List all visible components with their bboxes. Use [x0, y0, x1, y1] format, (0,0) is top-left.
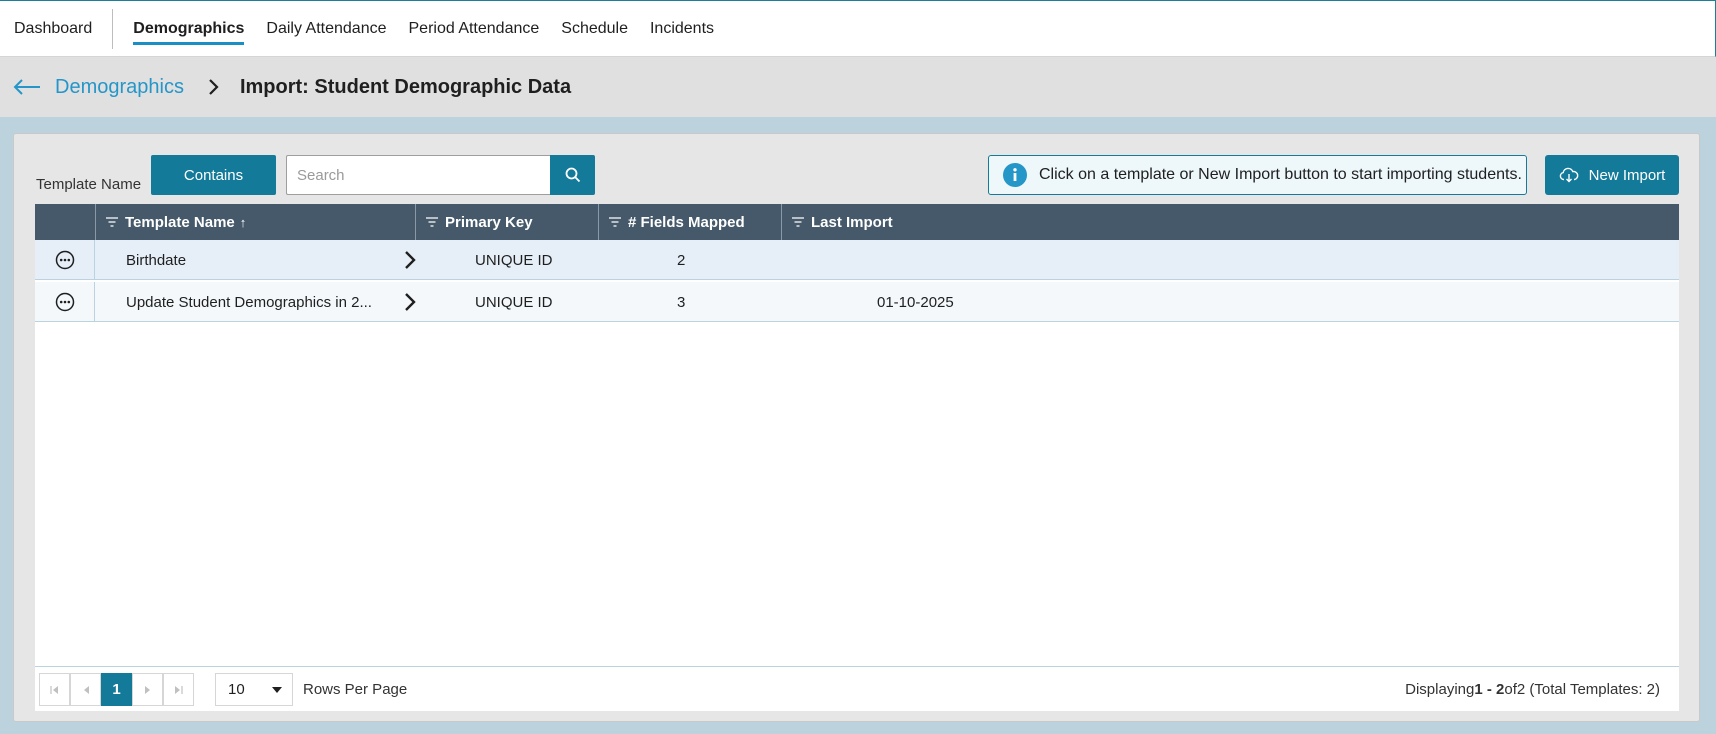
- chevron-right-icon[interactable]: [403, 282, 423, 322]
- cell-template-name[interactable]: Update Student Demographics in 2...: [126, 282, 381, 322]
- nav-daily-attendance[interactable]: Daily Attendance: [266, 0, 386, 57]
- search-group: [286, 155, 597, 195]
- sort-ascending-icon: ↑: [239, 214, 247, 230]
- info-message: Click on a template or New Import button…: [1039, 166, 1522, 183]
- displaying-range: 1 - 2: [1474, 681, 1505, 698]
- next-page-icon: [144, 685, 150, 694]
- column-label-fields-mapped: # Fields Mapped: [628, 213, 745, 231]
- filter-icon: [106, 217, 118, 227]
- rows-per-page-value: 10: [228, 681, 245, 698]
- more-options-icon: [55, 292, 74, 312]
- displaying-summary: Displaying 1 - 2 of 2 (Total Templates: …: [1405, 673, 1660, 706]
- template-name-filter-label: Template Name: [36, 175, 142, 193]
- rows-per-page-select[interactable]: 10: [215, 673, 293, 706]
- search-icon: [565, 167, 580, 183]
- cloud-download-icon: [1559, 167, 1578, 183]
- new-import-label: New Import: [1588, 166, 1666, 184]
- filter-icon: [426, 217, 438, 227]
- nav-period-attendance[interactable]: Period Attendance: [409, 0, 540, 57]
- row-actions-button[interactable]: [35, 282, 95, 322]
- new-import-button[interactable]: New Import: [1545, 155, 1679, 195]
- row-actions-button[interactable]: [35, 240, 95, 280]
- column-label-primary-key: Primary Key: [445, 213, 533, 231]
- back-arrow-icon[interactable]: [13, 77, 41, 97]
- contains-filter-button[interactable]: Contains: [151, 155, 276, 195]
- column-label-last-import: Last Import: [811, 213, 893, 231]
- last-page-icon: [175, 685, 183, 694]
- cell-last-import: 01-10-2025: [877, 293, 954, 311]
- nav-divider: [112, 8, 114, 49]
- cell-primary-key: UNIQUE ID: [475, 293, 553, 311]
- nav-demographics[interactable]: Demographics: [133, 0, 245, 57]
- nav-incidents[interactable]: Incidents: [650, 0, 714, 57]
- next-page-button[interactable]: [132, 673, 163, 706]
- breadcrumb-demographics-link[interactable]: Demographics: [55, 76, 184, 99]
- column-header-fields-mapped[interactable]: # Fields Mapped: [598, 204, 781, 240]
- column-header-primary-key[interactable]: Primary Key: [415, 204, 598, 240]
- table-row[interactable]: Birthdate UNIQUE ID 2: [35, 240, 1679, 280]
- breadcrumb: Demographics Import: Student Demographic…: [0, 57, 1716, 117]
- first-page-button[interactable]: [39, 673, 70, 706]
- page-button-current[interactable]: 1: [101, 673, 132, 706]
- cell-fields-mapped: 2: [677, 251, 686, 269]
- previous-page-button[interactable]: [70, 673, 101, 706]
- table-row[interactable]: Update Student Demographics in 2... UNIQ…: [35, 282, 1679, 322]
- filter-icon: [609, 217, 621, 227]
- cell-primary-key: UNIQUE ID: [475, 251, 553, 269]
- last-page-button[interactable]: [163, 673, 194, 706]
- more-options-icon: [55, 250, 74, 270]
- page-title: Import: Student Demographic Data: [239, 75, 572, 98]
- first-page-icon: [50, 685, 58, 694]
- filter-icon: [792, 217, 804, 227]
- column-header-last-import[interactable]: Last Import: [781, 204, 1679, 240]
- search-input[interactable]: [286, 155, 550, 195]
- info-banner: Click on a template or New Import button…: [988, 155, 1527, 195]
- displaying-prefix: Displaying: [1405, 681, 1475, 698]
- info-icon: [1003, 163, 1027, 187]
- top-nav: Dashboard Demographics Daily Attendance …: [0, 0, 1716, 57]
- chevron-right-icon[interactable]: [403, 240, 423, 280]
- nav-dashboard[interactable]: Dashboard: [0, 0, 112, 57]
- displaying-total: 2 (Total Templates: 2): [1516, 681, 1660, 698]
- caret-down-icon: [272, 686, 282, 693]
- cell-template-name[interactable]: Birthdate: [126, 240, 381, 280]
- chevron-right-icon: [208, 77, 222, 97]
- column-label-template-name: Template Name: [125, 213, 235, 231]
- nav-schedule[interactable]: Schedule: [561, 0, 628, 57]
- displaying-of: of: [1504, 681, 1517, 698]
- templates-grid: Template Name ↑ Primary Key # Fields Map…: [35, 204, 1679, 711]
- templates-card: Template Name Contains Click on a templa…: [13, 133, 1700, 722]
- column-header-template-name[interactable]: Template Name ↑: [95, 204, 415, 240]
- search-button[interactable]: [550, 155, 595, 195]
- pager: 1 10 Rows Per Page Displaying 1 - 2 of 2…: [35, 666, 1679, 711]
- previous-page-icon: [83, 685, 89, 694]
- cell-fields-mapped: 3: [677, 293, 686, 311]
- grid-header: Template Name ↑ Primary Key # Fields Map…: [35, 204, 1679, 240]
- rows-per-page-label: Rows Per Page: [303, 681, 408, 698]
